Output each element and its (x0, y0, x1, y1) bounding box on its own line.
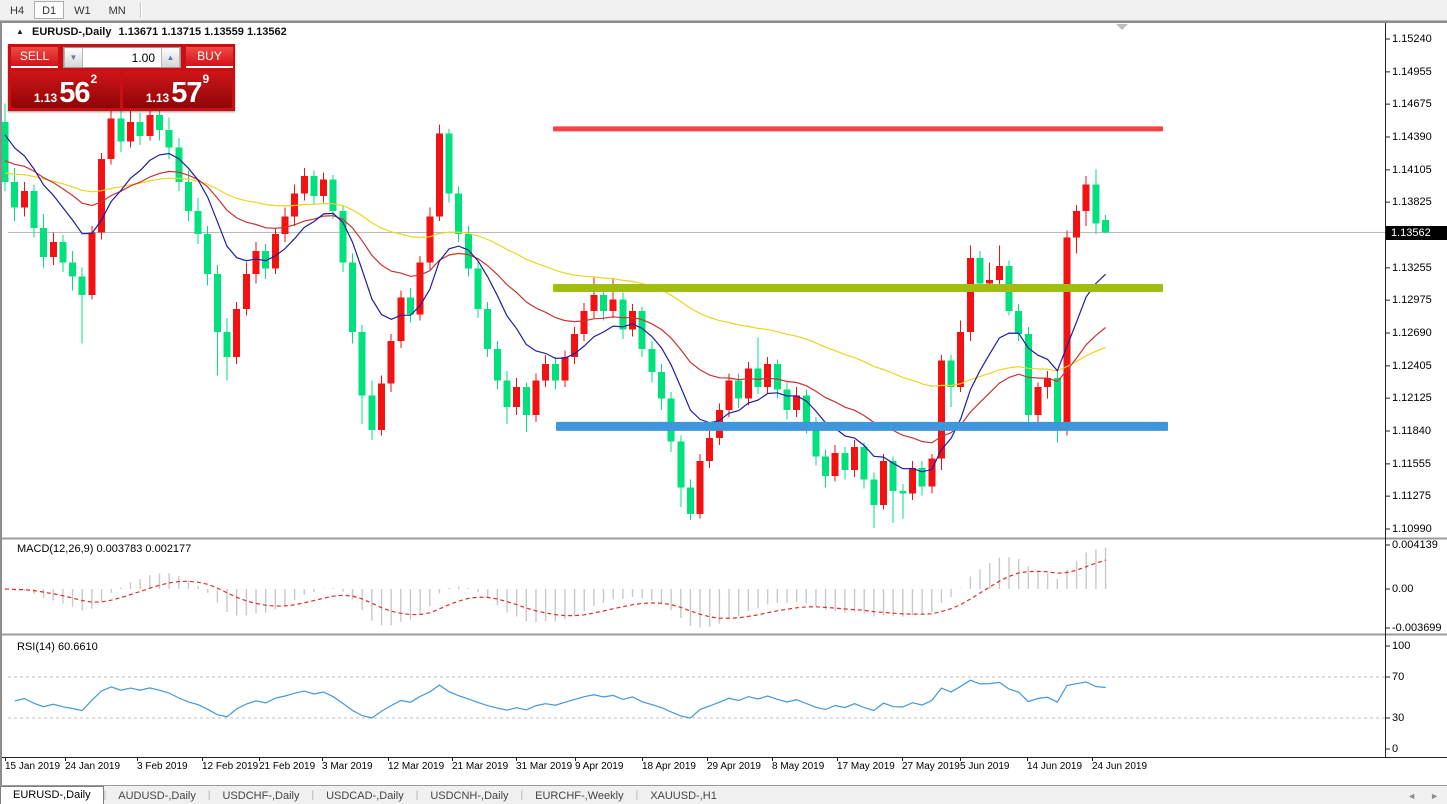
timeframe-button-w1[interactable]: W1 (66, 1, 99, 19)
chart-tab-usdchf-daily[interactable]: USDCHF-,Daily (210, 788, 311, 804)
rsi-line (14, 679, 1106, 719)
timeframe-toolbar: H4 D1 W1 MN (0, 0, 1447, 21)
time-axis-label: 3 Mar 2019 (322, 761, 373, 772)
price-axis-label: 1.14955 (1392, 65, 1432, 78)
time-axis-label: 21 Feb 2019 (259, 761, 316, 772)
hline-pivot-olive (553, 284, 1163, 293)
volume-down-button[interactable]: ▼ (64, 48, 83, 67)
candles-layer (1, 101, 1110, 528)
macd-axis-label: -0.003699 (1392, 622, 1442, 634)
rsi-indicator-label: RSI(14) 60.6610 (17, 641, 98, 653)
price-axis-label: 1.12125 (1392, 392, 1432, 405)
price-axis-label: 1.13255 (1392, 261, 1432, 274)
price-axis-label: 1.13825 (1392, 196, 1432, 209)
chart-title: ▲ EURUSD-,Daily 1.13671 1.13715 1.13559 … (16, 26, 291, 38)
buy-button[interactable]: BUY (186, 47, 233, 68)
price-axis-label: 1.15240 (1392, 33, 1432, 45)
trend-lines-layer (553, 126, 1168, 431)
bid-pipette: 2 (90, 72, 98, 86)
time-axis-label: 15 Jan 2019 (5, 761, 61, 772)
chart-tab-eurchf-weekly[interactable]: EURCHF-,Weekly (523, 788, 635, 804)
rsi-axis-label: 70 (1392, 671, 1405, 683)
ma-slow-line (4, 172, 1106, 387)
toolbar-separator (139, 2, 142, 18)
ask-digits: 57 (171, 77, 202, 109)
tab-scroll-arrows: ◄ ► (1407, 788, 1439, 804)
time-axis-label: 24 Jan 2019 (65, 761, 121, 772)
time-axis-label: 24 Jun 2019 (1092, 761, 1148, 772)
macd-indicator-label: MACD(12,26,9) 0.003783 0.002177 (17, 543, 192, 555)
price-axis-label: 1.11840 (1392, 425, 1431, 437)
time-axis-label: 3 Feb 2019 (137, 761, 188, 772)
time-axis-label: 12 Feb 2019 (202, 761, 259, 772)
time-axis-label: 5 Jun 2019 (960, 761, 1010, 772)
price-axis-label: 1.12690 (1392, 327, 1432, 339)
frame-layer (0, 23, 1447, 761)
timeframe-button-d1[interactable]: D1 (34, 1, 65, 19)
bid-digits: 56 (59, 77, 90, 109)
volume-input[interactable] (83, 48, 161, 67)
bid-price-panel[interactable]: 1.13 56 2 (11, 71, 120, 108)
ask-price-panel[interactable]: 1.13 57 9 (123, 71, 232, 108)
price-axis-label: 1.10990 (1392, 523, 1432, 535)
macd-axis-label: 0.004139 (1392, 539, 1438, 551)
hline-support-blue (556, 421, 1168, 431)
chart-tab-eurusd-daily[interactable]: EURUSD-,Daily (0, 786, 104, 804)
volume-spinner: ▼ ▲ (63, 47, 181, 68)
sell-button[interactable]: SELL (11, 47, 58, 68)
chart-tab-audusd-daily[interactable]: AUDUSD-,Daily (106, 788, 208, 804)
time-axis-label: 12 Mar 2019 (388, 761, 445, 772)
macd-layer (4, 547, 1107, 628)
ask-prefix: 1.13 (145, 91, 170, 105)
rsi-layer (8, 676, 1385, 719)
rsi-axis-label: 100 (1392, 640, 1411, 652)
one-click-trade-widget: SELL ▼ ▲ BUY 1.13562 1.13579 (8, 44, 235, 111)
timeframe-button-mn[interactable]: MN (101, 1, 134, 19)
tab-scroll-right-icon[interactable]: ► (1430, 791, 1439, 801)
time-axis-label: 9 Apr 2019 (575, 761, 624, 772)
chart-tab-usdcnh-daily[interactable]: USDCNH-,Daily (418, 788, 520, 804)
time-axis-label: 8 May 2019 (772, 761, 825, 772)
quote-panels-row: 1.13 56 2 1.13 57 9 (11, 71, 232, 108)
time-axis-label: 14 Jun 2019 (1027, 761, 1083, 772)
time-axis-label: 29 Apr 2019 (707, 761, 761, 772)
application-window: H4 D1 W1 MN ▲ EURUSD-,Daily 1.13671 1.13715… (0, 0, 1447, 804)
price-axis-label: 1.14105 (1392, 163, 1432, 176)
ask-pipette: 9 (202, 72, 210, 86)
chart-tab-bar: EURUSD-,Daily | AUDUSD-,Daily | USDCHF-,Dail… (0, 785, 1447, 804)
volume-up-button[interactable]: ▲ (161, 48, 180, 67)
price-axis-label: 1.11555 (1392, 457, 1431, 470)
tab-scroll-left-icon[interactable]: ◄ (1407, 791, 1416, 801)
rsi-axis-label: 0 (1392, 743, 1399, 755)
bid-prefix: 1.13 (33, 91, 58, 105)
trade-buttons-row: SELL ▼ ▲ BUY (11, 47, 233, 68)
price-axis-label: 1.14390 (1392, 131, 1432, 143)
scroll-to-end-marker (1116, 24, 1128, 30)
time-axis-label: 21 Mar 2019 (452, 761, 509, 772)
chart-tab-xauusd-h1[interactable]: XAUUSD-,H1 (638, 788, 729, 804)
markers-layer (1116, 24, 1128, 30)
time-axis-label: 17 May 2019 (837, 761, 895, 772)
price-axis-label: 1.12405 (1392, 359, 1432, 372)
price-axis-label: 1.11275 (1392, 490, 1431, 503)
chart-ohlc-values: 1.13671 1.13715 1.13559 1.13562 (118, 26, 287, 38)
rsi-axis-label: 30 (1392, 712, 1405, 724)
chart-tab-usdcad-daily[interactable]: USDCAD-,Daily (314, 788, 416, 804)
price-axis-label: 1.12975 (1392, 294, 1432, 307)
time-axis-label: 27 May 2019 (902, 761, 960, 772)
time-axis-label: 31 Mar 2019 (516, 761, 573, 772)
timeframe-button-h4[interactable]: H4 (2, 1, 32, 19)
current-price-badge: 1.13562 (1386, 226, 1447, 240)
price-axis-label: 1.14675 (1392, 98, 1432, 111)
macd-axis-label: 0.00 (1392, 583, 1414, 595)
one-click-toggle-icon[interactable]: ▲ (16, 27, 24, 36)
time-axis-label: 18 Apr 2019 (642, 761, 696, 772)
hline-resistance-red (553, 126, 1163, 132)
chart-symbol-label: EURUSD-,Daily (31, 26, 112, 38)
current-price-line-layer (8, 231, 1385, 233)
chart-canvas (0, 23, 1447, 761)
